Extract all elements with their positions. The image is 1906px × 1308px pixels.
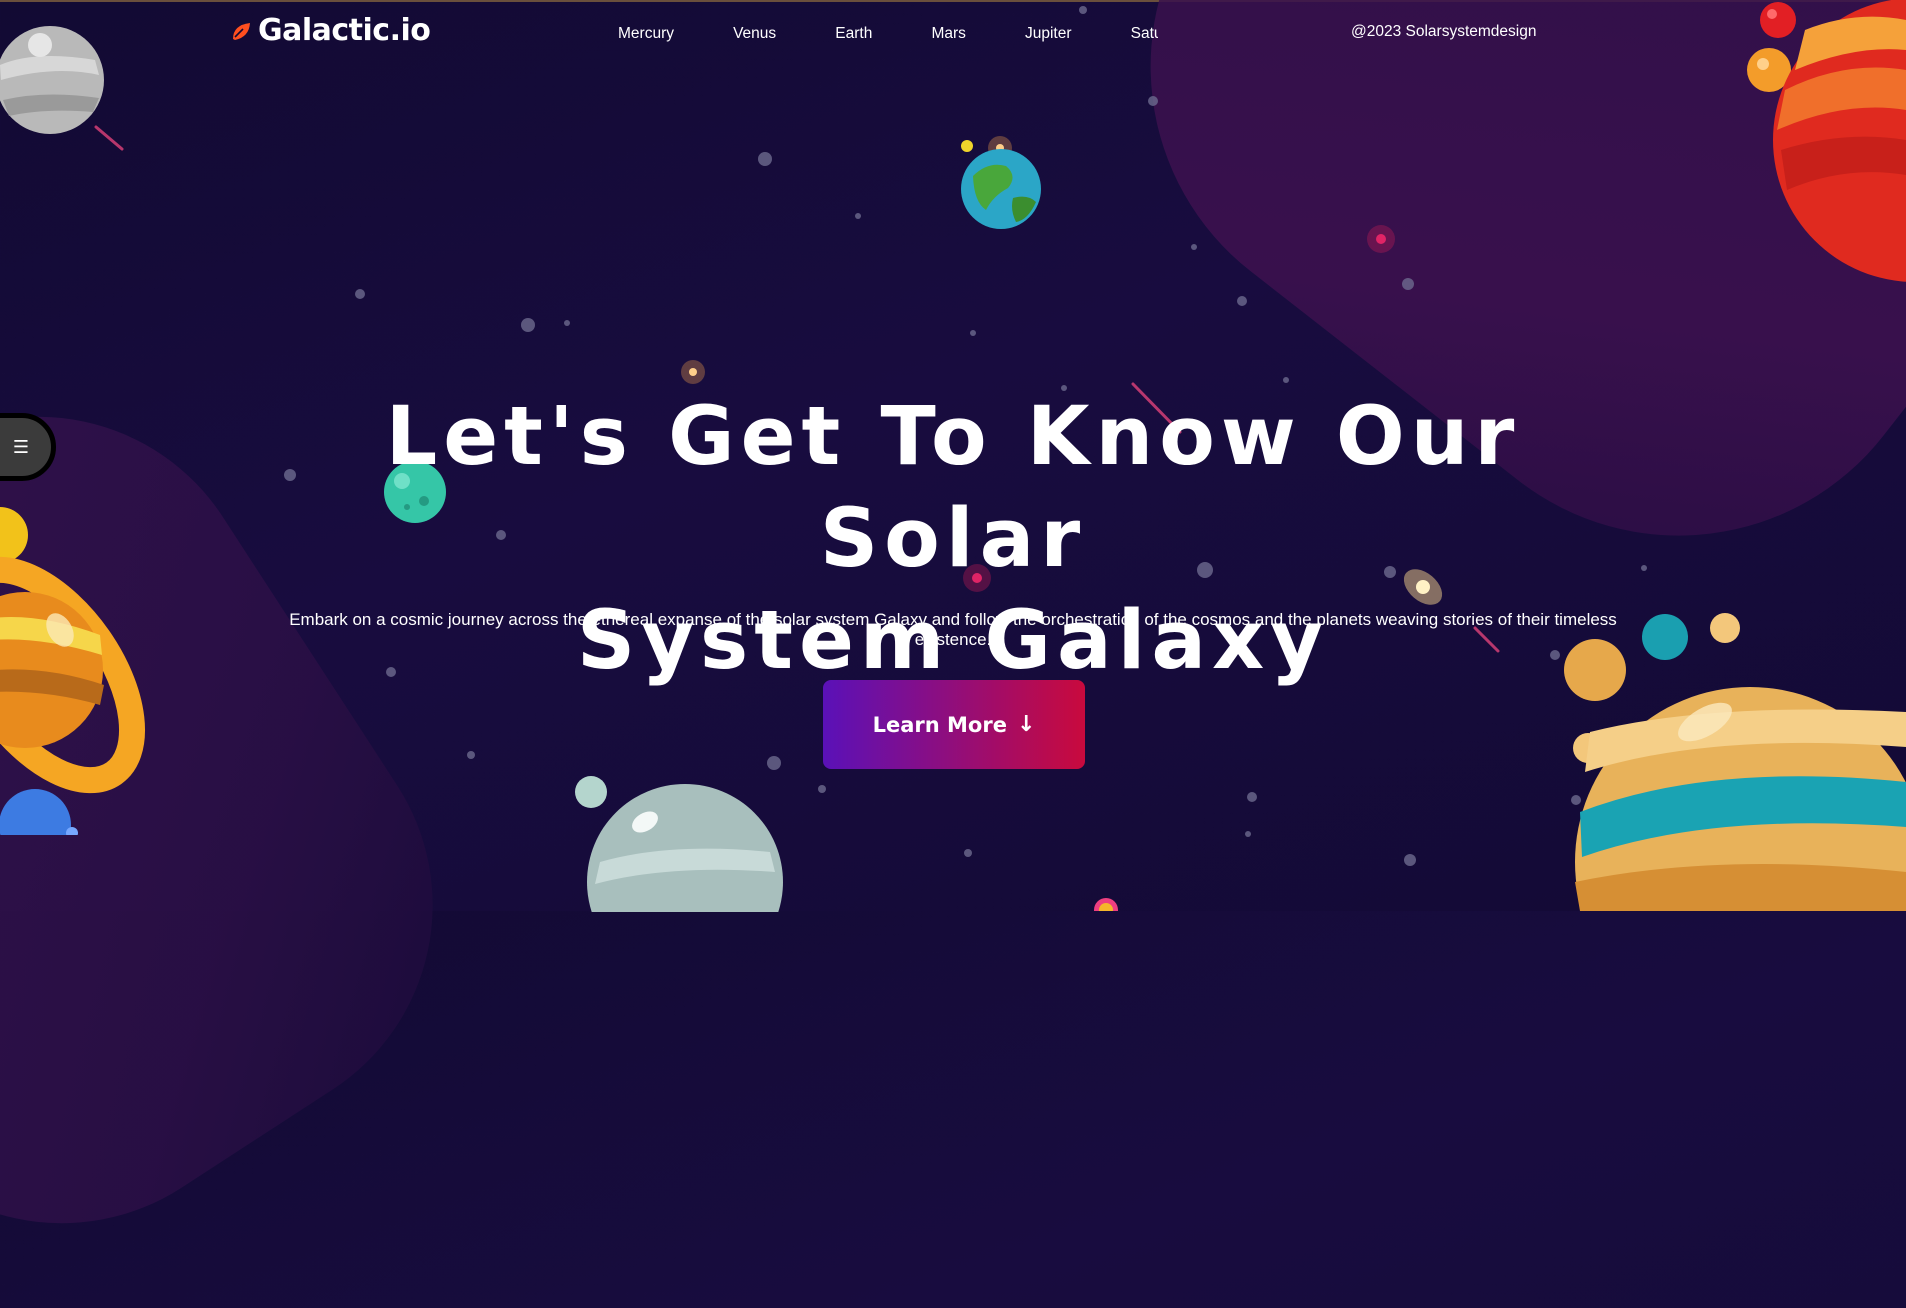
nav-item-earth[interactable]: Earth	[835, 25, 872, 43]
nav-item-venus[interactable]: Venus	[733, 25, 776, 43]
arrow-down-icon: ↓	[1016, 711, 1036, 737]
saturn-planet-icon	[0, 507, 146, 835]
nav-item-mars[interactable]: Mars	[931, 25, 965, 43]
small-planet-icon	[1094, 898, 1118, 911]
learn-more-button[interactable]: Learn More ↓	[823, 680, 1085, 769]
nav-item-mercury[interactable]: Mercury	[618, 25, 674, 43]
grey-moon-planet-icon	[575, 776, 783, 912]
planet-navigation: Mercury Venus Earth Mars Jupiter Saturn	[618, 23, 1158, 45]
brand-name: Galactic.io	[258, 13, 431, 48]
copyright-text: @2023 Solarsystemdesign	[1351, 23, 1537, 40]
leaf-logo-icon	[233, 22, 250, 40]
earth-planet-icon	[961, 140, 1041, 229]
learn-more-label: Learn More	[872, 712, 1007, 737]
hero-title-line-1: Let's Get To Know Our Solar	[385, 390, 1521, 586]
hero-subtitle: Embark on a cosmic journey across the et…	[289, 610, 1617, 649]
hamburger-icon: ☰	[12, 436, 29, 458]
brand-logo[interactable]: Galactic.io	[230, 13, 431, 48]
nav-item-saturn[interactable]: Saturn	[1131, 25, 1158, 43]
top-navigation-bar: Galactic.io Mercury Venus Earth Mars Jup…	[0, 0, 1906, 66]
nav-item-jupiter[interactable]: Jupiter	[1025, 25, 1072, 43]
